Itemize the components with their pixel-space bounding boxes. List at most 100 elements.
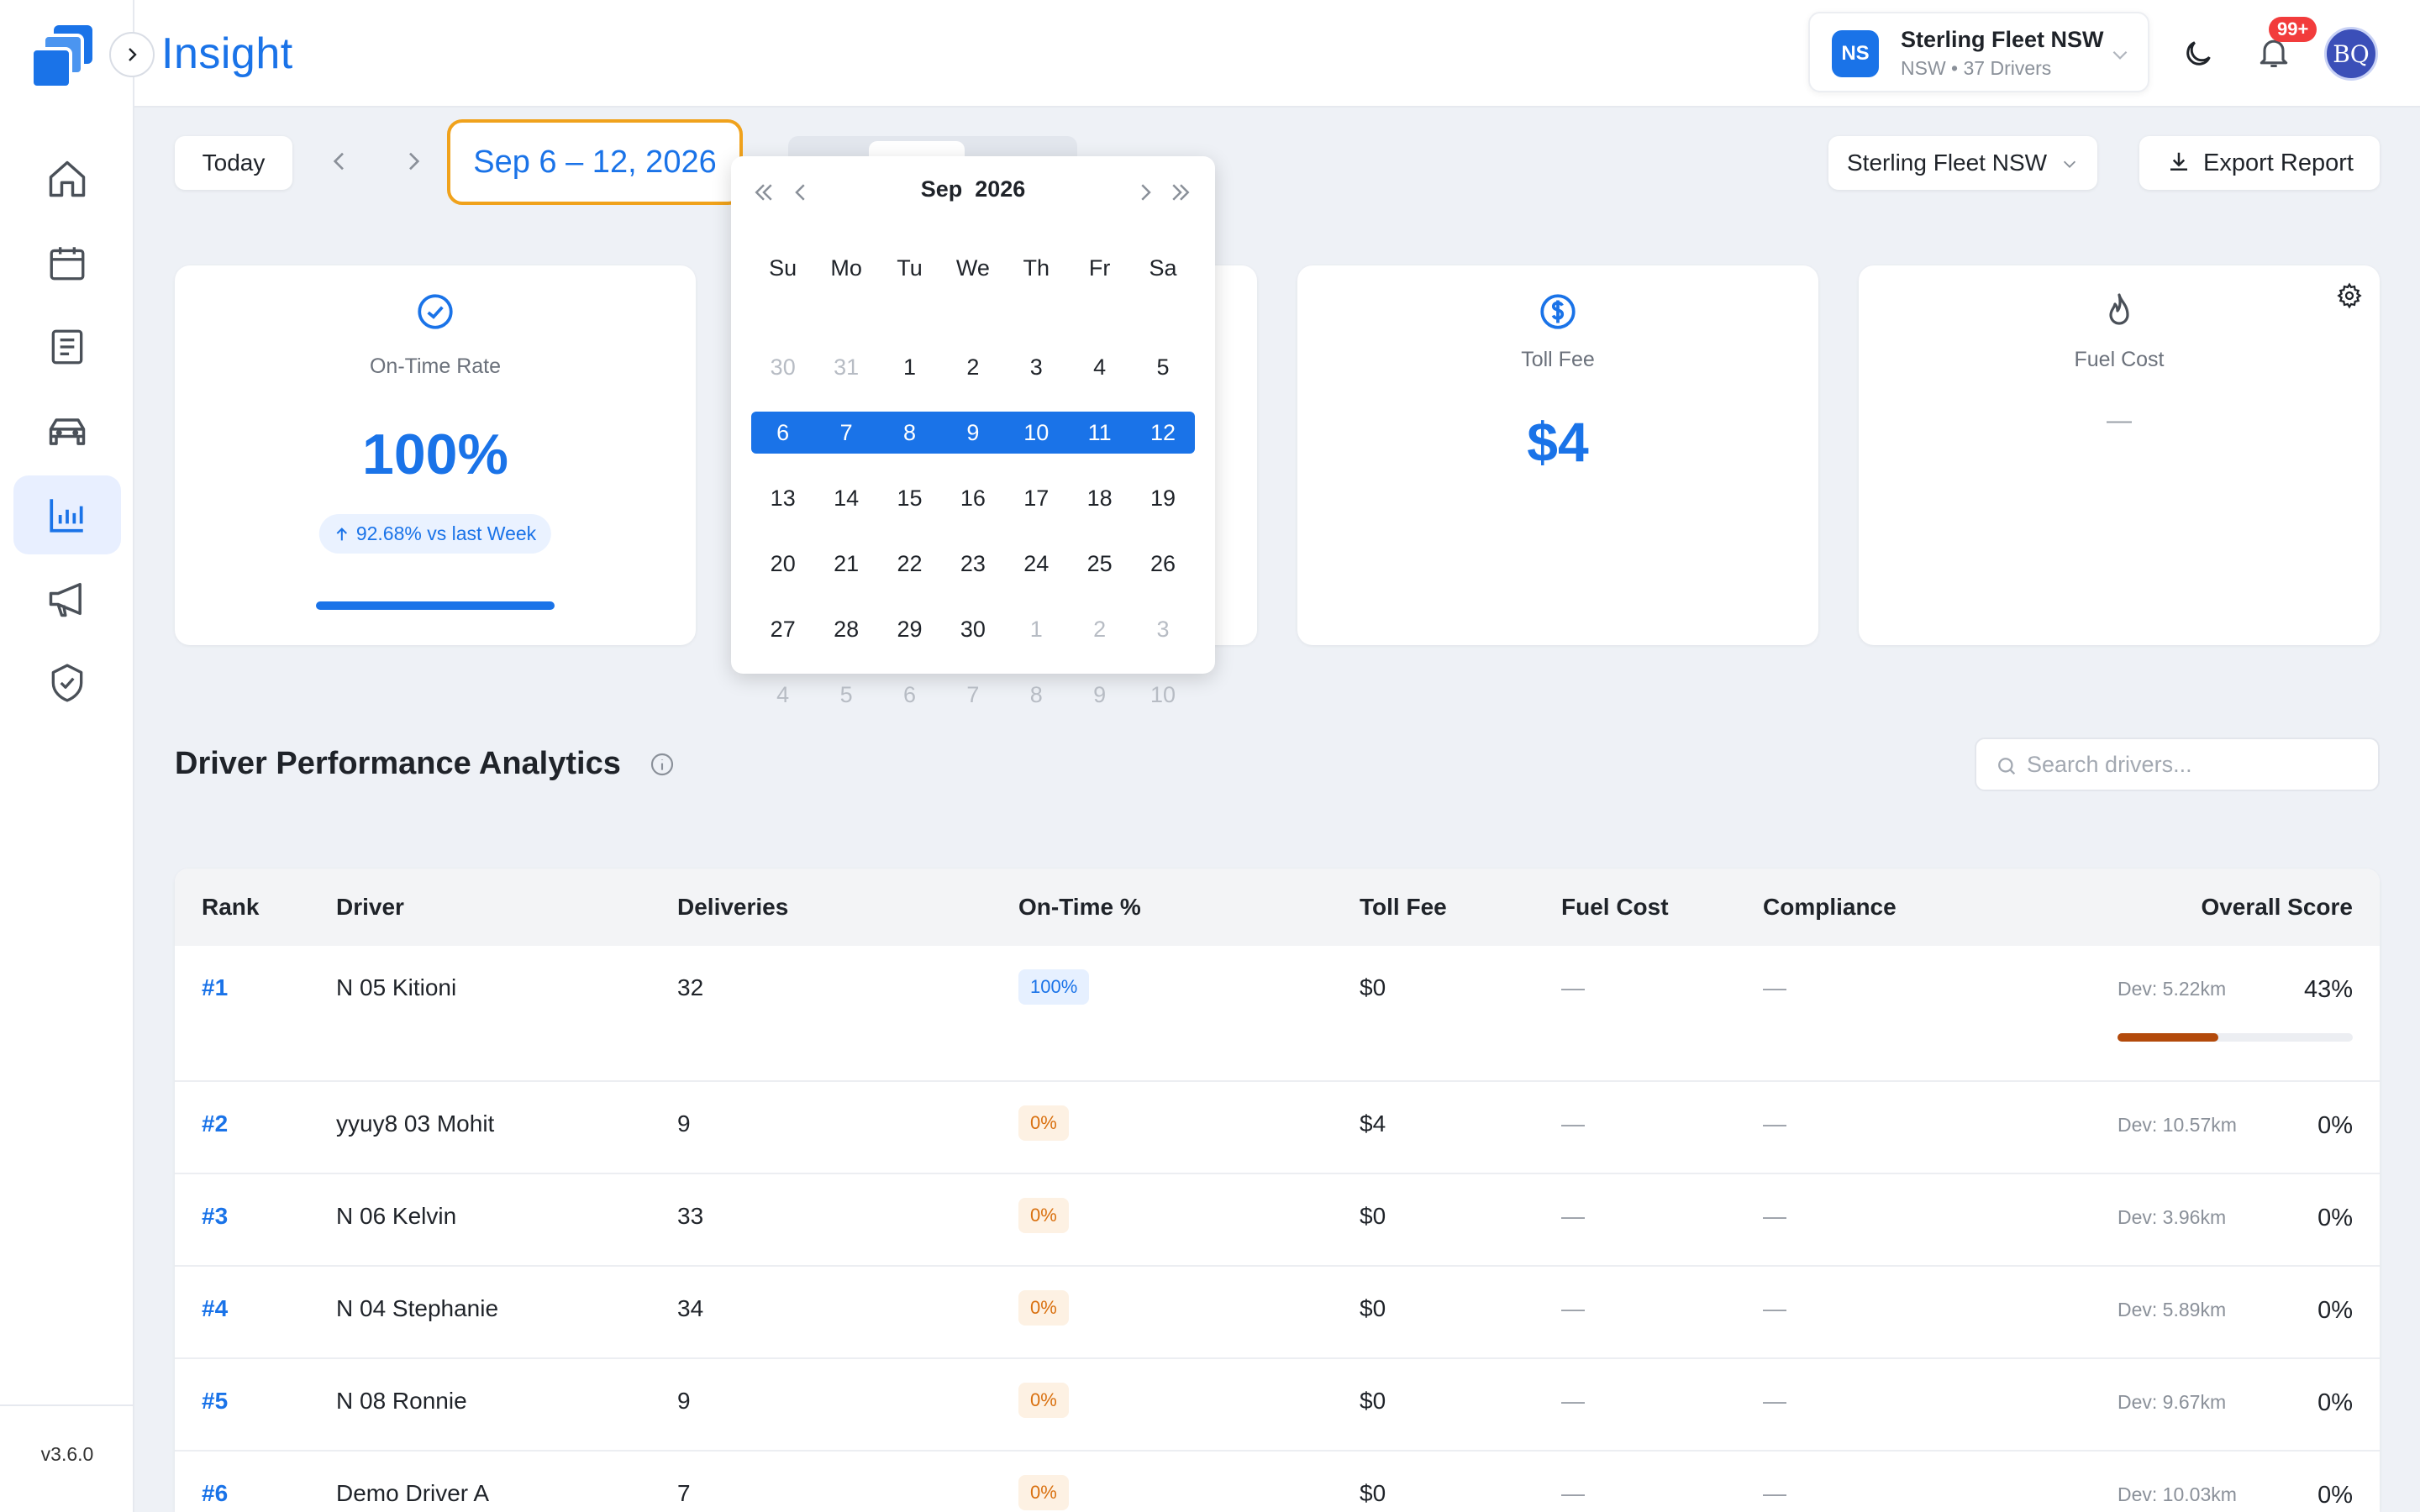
rank-cell[interactable]: #4	[202, 1295, 228, 1322]
app-logo-icon[interactable]	[29, 22, 106, 94]
calendar-day[interactable]: 8	[1005, 674, 1068, 716]
table-row[interactable]: #3 N 06 Kelvin 33 0% $0 — — Dev: 3.96km 0%	[175, 1174, 2380, 1267]
column-rank[interactable]: Rank	[202, 894, 259, 921]
next-month-icon[interactable]	[1133, 180, 1158, 205]
moon-icon[interactable]	[2181, 37, 2215, 71]
driver-name-cell[interactable]: N 05 Kitioni	[336, 974, 456, 1001]
calendar-day[interactable]: 4	[751, 674, 814, 716]
calendar-day[interactable]: 14	[814, 477, 877, 519]
calendar-day[interactable]: 1	[878, 346, 941, 388]
calendar-day[interactable]: 30	[751, 346, 814, 388]
calendar-day[interactable]: 4	[1068, 346, 1131, 388]
driver-name-cell[interactable]: yyuy8 03 Mohit	[336, 1110, 494, 1137]
calendar-day[interactable]: 30	[941, 608, 1004, 650]
column-driver[interactable]: Driver	[336, 894, 404, 921]
next-week-icon[interactable]	[400, 148, 427, 175]
calendar-day[interactable]: 19	[1131, 477, 1194, 519]
fleet-select[interactable]: Sterling Fleet NSW	[1828, 136, 2097, 190]
calendar-day[interactable]: 26	[1131, 543, 1194, 585]
calendar-week[interactable]: 13 14 15 16 17 18 19	[751, 477, 1195, 519]
export-report-button[interactable]: Export Report	[2139, 136, 2380, 190]
calendar-day[interactable]: 8	[878, 412, 941, 454]
sidebar-toggle-button[interactable]	[109, 32, 155, 77]
calendar-year[interactable]: 2026	[975, 176, 1025, 202]
calendar-day[interactable]: 9	[941, 412, 1004, 454]
sidebar-item-calendar[interactable]	[13, 223, 121, 302]
calendar-day[interactable]: 6	[751, 412, 814, 454]
sidebar-item-reports[interactable]	[13, 307, 121, 386]
calendar-day[interactable]: 9	[1068, 674, 1131, 716]
date-range-picker[interactable]: Sep 6 – 12, 2026	[447, 119, 743, 205]
sidebar-item-home[interactable]	[13, 139, 121, 218]
calendar-day[interactable]: 27	[751, 608, 814, 650]
calendar-week-selected[interactable]: 6 7 8 9 10 11 12	[751, 412, 1195, 454]
calendar-day[interactable]: 1	[1005, 608, 1068, 650]
calendar-day[interactable]: 21	[814, 543, 877, 585]
column-overall-score[interactable]: Overall Score	[2201, 894, 2353, 921]
sidebar-item-compliance[interactable]	[13, 643, 121, 722]
search-box[interactable]	[1975, 738, 2380, 791]
calendar-day[interactable]: 5	[1131, 346, 1194, 388]
calendar-week[interactable]: 27 28 29 30 1 2 3	[751, 608, 1195, 650]
calendar-day[interactable]: 20	[751, 543, 814, 585]
gear-icon[interactable]	[2336, 282, 2363, 309]
calendar-day[interactable]: 7	[941, 674, 1004, 716]
rank-cell[interactable]: #5	[202, 1388, 228, 1415]
sidebar-item-vehicles[interactable]	[13, 391, 121, 470]
table-row[interactable]: #2 yyuy8 03 Mohit 9 0% $4 — — Dev: 10.57km 0%	[175, 1082, 2380, 1174]
calendar-week[interactable]: 4 5 6 7 8 9 10	[751, 674, 1195, 716]
column-fuel-cost[interactable]: Fuel Cost	[1561, 894, 1669, 921]
table-row[interactable]: #5 N 08 Ronnie 9 0% $0 — — Dev: 9.67km 0%	[175, 1359, 2380, 1452]
rank-cell[interactable]: #6	[202, 1480, 228, 1507]
calendar-week[interactable]: 20 21 22 23 24 25 26	[751, 543, 1195, 585]
rank-cell[interactable]: #3	[202, 1203, 228, 1230]
table-row[interactable]: #1 N 05 Kitioni 32 100% $0 — — Dev: 5.22km 43%	[175, 946, 2380, 1082]
calendar-day[interactable]: 2	[1068, 608, 1131, 650]
rank-cell[interactable]: #1	[202, 974, 228, 1001]
driver-name-cell[interactable]: N 06 Kelvin	[336, 1203, 456, 1230]
sidebar-item-announcements[interactable]	[13, 559, 121, 638]
search-input[interactable]	[2025, 739, 2361, 790]
calendar-day[interactable]: 15	[878, 477, 941, 519]
previous-week-icon[interactable]	[326, 148, 353, 175]
today-button[interactable]: Today	[175, 136, 292, 190]
column-on-time[interactable]: On-Time %	[1018, 894, 1141, 921]
calendar-week[interactable]: 30 31 1 2 3 4 5	[751, 346, 1195, 388]
calendar-day[interactable]: 25	[1068, 543, 1131, 585]
calendar-day[interactable]: 10	[1131, 674, 1194, 716]
calendar-day[interactable]: 7	[814, 412, 877, 454]
calendar-day[interactable]: 18	[1068, 477, 1131, 519]
calendar-day[interactable]: 6	[878, 674, 941, 716]
rank-cell[interactable]: #2	[202, 1110, 228, 1137]
sidebar-item-analytics[interactable]	[13, 475, 121, 554]
info-icon[interactable]	[649, 751, 676, 778]
calendar-month[interactable]: Sep	[921, 176, 963, 202]
calendar-day[interactable]: 31	[814, 346, 877, 388]
calendar-day[interactable]: 3	[1005, 346, 1068, 388]
calendar-day[interactable]: 2	[941, 346, 1004, 388]
table-row[interactable]: #6 Demo Driver A 7 0% $0 — — Dev: 10.03km 0%	[175, 1452, 2380, 1512]
column-deliveries[interactable]: Deliveries	[677, 894, 788, 921]
calendar-day[interactable]: 10	[1005, 412, 1068, 454]
calendar-day[interactable]: 17	[1005, 477, 1068, 519]
calendar-day[interactable]: 29	[878, 608, 941, 650]
calendar-day[interactable]: 24	[1005, 543, 1068, 585]
user-avatar[interactable]: BQ	[2324, 27, 2378, 81]
calendar-day[interactable]: 16	[941, 477, 1004, 519]
table-row[interactable]: #4 N 04 Stephanie 34 0% $0 — — Dev: 5.89km 0%	[175, 1267, 2380, 1359]
column-compliance[interactable]: Compliance	[1763, 894, 1897, 921]
calendar-day[interactable]: 22	[878, 543, 941, 585]
driver-name-cell[interactable]: N 04 Stephanie	[336, 1295, 498, 1322]
fleet-switcher[interactable]: NS Sterling Fleet NSW NSW • 37 Drivers	[1808, 12, 2149, 92]
calendar-day[interactable]: 13	[751, 477, 814, 519]
calendar-day[interactable]: 28	[814, 608, 877, 650]
calendar-day[interactable]: 11	[1068, 412, 1131, 454]
driver-name-cell[interactable]: N 08 Ronnie	[336, 1388, 467, 1415]
next-year-icon[interactable]	[1168, 180, 1193, 205]
driver-name-cell[interactable]: Demo Driver A	[336, 1480, 489, 1507]
column-toll-fee[interactable]: Toll Fee	[1360, 894, 1447, 921]
calendar-day[interactable]: 12	[1131, 412, 1194, 454]
calendar-day[interactable]: 23	[941, 543, 1004, 585]
calendar-day[interactable]: 3	[1131, 608, 1194, 650]
calendar-day[interactable]: 5	[814, 674, 877, 716]
